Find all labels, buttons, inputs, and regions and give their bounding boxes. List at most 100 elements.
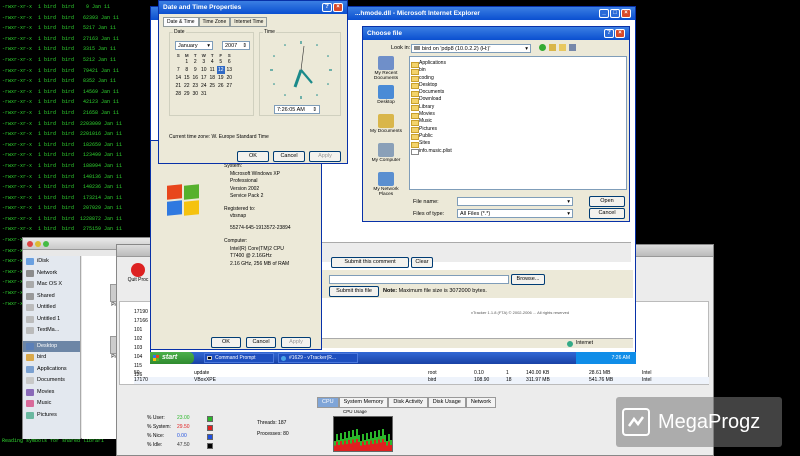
calendar-day[interactable]: 20 xyxy=(225,74,234,82)
calendar-day[interactable]: 10 xyxy=(200,66,209,74)
calendar-day[interactable]: 1 xyxy=(183,58,192,66)
calendar-day[interactable]: 6 xyxy=(225,58,234,66)
quit-process-button[interactable]: Quit Proc xyxy=(123,263,153,283)
open-button[interactable]: Open xyxy=(589,196,625,207)
sidebar-item-idisk[interactable]: iDisk xyxy=(23,256,80,268)
close-icon[interactable] xyxy=(27,241,33,247)
sidebar-item-untitled-1[interactable]: Untitled 1 xyxy=(23,314,80,326)
submit-file-button[interactable]: Submit this file xyxy=(329,286,379,297)
apply-button[interactable]: Apply xyxy=(281,337,311,348)
year-stepper[interactable]: 2007 ⇕ xyxy=(222,41,250,50)
tab-time-zone[interactable]: Time Zone xyxy=(198,17,231,27)
month-select[interactable]: January ▾ xyxy=(175,41,213,50)
calendar-day[interactable]: 2 xyxy=(191,58,200,66)
file-item[interactable]: info.music.plist xyxy=(410,148,626,156)
close-icon[interactable]: × xyxy=(621,9,631,18)
folder-item[interactable]: Download xyxy=(410,96,626,105)
up-folder-icon[interactable] xyxy=(549,44,556,51)
cpu-stat-swatch[interactable] xyxy=(207,434,213,440)
tab-system-memory[interactable]: System Memory xyxy=(338,397,389,408)
ok-button[interactable]: OK xyxy=(211,337,241,348)
close-icon[interactable]: × xyxy=(333,3,343,12)
calendar-day[interactable]: 29 xyxy=(183,90,192,98)
place-my-recent-documents[interactable]: My Recent Documents xyxy=(367,56,405,81)
choose-file-titlebar[interactable]: Choose file ? × xyxy=(363,27,629,40)
apply-button[interactable]: Apply xyxy=(309,151,341,162)
sidebar-item-music[interactable]: Music xyxy=(23,398,80,410)
place-my-documents[interactable]: My Documents xyxy=(367,114,405,134)
sidebar-item-textma[interactable]: TextMa... xyxy=(23,325,80,337)
calendar-day[interactable]: 11 xyxy=(208,66,217,74)
folder-item[interactable]: bin xyxy=(410,67,626,76)
minimize-icon[interactable] xyxy=(35,241,41,247)
calendar-day[interactable]: 21 xyxy=(174,82,183,90)
folder-item[interactable]: Library xyxy=(410,104,626,112)
sidebar-item-network[interactable]: Network xyxy=(23,268,80,280)
sidebar-item-movies[interactable]: Movies xyxy=(23,387,80,399)
sidebar-item-untitled[interactable]: Untitled xyxy=(23,302,80,314)
browse-button[interactable]: Browse... xyxy=(511,274,545,285)
tab-disk-activity[interactable]: Disk Activity xyxy=(388,397,428,408)
folder-item[interactable]: Pictures xyxy=(410,126,626,134)
table-row[interactable]: 50 update root 0.10 1 140.00 KB 28.61 MB… xyxy=(134,370,709,377)
folder-item[interactable]: Applications xyxy=(410,60,626,68)
cpu-stat-swatch[interactable] xyxy=(207,416,213,422)
calendar-day[interactable]: 5 xyxy=(217,58,226,66)
calendar-day[interactable]: 26 xyxy=(217,82,226,90)
folder-item[interactable]: coding xyxy=(410,75,626,83)
sidebar-item-mac-os-x[interactable]: Mac OS X xyxy=(23,279,80,291)
folder-item[interactable]: Movies xyxy=(410,111,626,119)
views-menu-icon[interactable] xyxy=(569,44,576,51)
back-icon[interactable] xyxy=(539,44,546,51)
calendar-day[interactable]: 31 xyxy=(200,90,209,98)
place-desktop[interactable]: Desktop xyxy=(367,85,405,105)
calendar-day[interactable]: 28 xyxy=(174,90,183,98)
cpu-stat-swatch[interactable] xyxy=(207,425,213,431)
calendar-day[interactable]: 17 xyxy=(200,74,209,82)
calendar-day[interactable]: 16 xyxy=(191,74,200,82)
sidebar-item-documents[interactable]: Documents xyxy=(23,375,80,387)
calendar-day[interactable]: 8 xyxy=(183,66,192,74)
folder-item[interactable]: Sites xyxy=(410,140,626,149)
calendar-day[interactable]: 30 xyxy=(191,90,200,98)
cancel-button[interactable]: Cancel xyxy=(246,337,276,348)
taskbar-task-vtracker[interactable]: #1629 - vTracker(R... xyxy=(278,353,358,363)
new-folder-icon[interactable] xyxy=(559,44,566,51)
place-my-computer[interactable]: My Computer xyxy=(367,143,405,163)
calendar-day[interactable]: 27 xyxy=(225,82,234,90)
calendar-day[interactable]: 22 xyxy=(183,82,192,90)
calendar-day[interactable]: 3 xyxy=(200,58,209,66)
cancel-button[interactable]: Cancel xyxy=(589,208,625,219)
tab-disk-usage[interactable]: Disk Usage xyxy=(427,397,466,408)
calendar-day[interactable]: 25 xyxy=(208,82,217,90)
submit-comment-button[interactable]: Submit this comment xyxy=(331,257,409,268)
file-name-field[interactable]: ▾ xyxy=(457,197,573,206)
table-row[interactable]: 17170 VBoxXPE bird 108.90 18 311.97 MB 5… xyxy=(134,377,709,384)
minimize-icon[interactable]: _ xyxy=(599,9,609,18)
cpu-stat-swatch[interactable] xyxy=(207,443,213,449)
maximize-icon[interactable]: □ xyxy=(610,9,620,18)
calendar-day[interactable]: 9 xyxy=(191,66,200,74)
folder-item[interactable]: Music xyxy=(410,118,626,127)
clock[interactable]: 7:26 AM xyxy=(612,355,630,361)
files-of-type-select[interactable]: All Files (*.*) ▾ xyxy=(457,209,573,218)
place-my-network-places[interactable]: My Network Places xyxy=(367,172,405,197)
calendar-day[interactable]: 14 xyxy=(174,74,183,82)
calendar-day[interactable]: 15 xyxy=(183,74,192,82)
sidebar-item-pictures[interactable]: Pictures xyxy=(23,410,80,422)
clear-button[interactable]: Clear xyxy=(411,257,433,268)
calendar-day[interactable]: 13 xyxy=(225,66,234,74)
time-input[interactable]: 7:26:05 AM ⇕ xyxy=(274,105,320,114)
calendar-day[interactable]: 7 xyxy=(174,66,183,74)
tab-internet-time[interactable]: Internet Time xyxy=(230,17,268,27)
folder-item[interactable]: Public xyxy=(410,133,626,141)
calendar-day[interactable]: 12 xyxy=(216,66,225,74)
help-icon[interactable]: ? xyxy=(322,3,332,12)
date-time-titlebar[interactable]: Date and Time Properties ? × xyxy=(159,1,347,14)
tab-date-time[interactable]: Date & Time xyxy=(163,17,199,27)
start-button[interactable]: start xyxy=(150,352,194,364)
close-icon[interactable]: × xyxy=(615,29,625,38)
zoom-icon[interactable] xyxy=(43,241,49,247)
calendar-day[interactable]: 4 xyxy=(208,58,217,66)
tab-network[interactable]: Network xyxy=(465,397,496,408)
